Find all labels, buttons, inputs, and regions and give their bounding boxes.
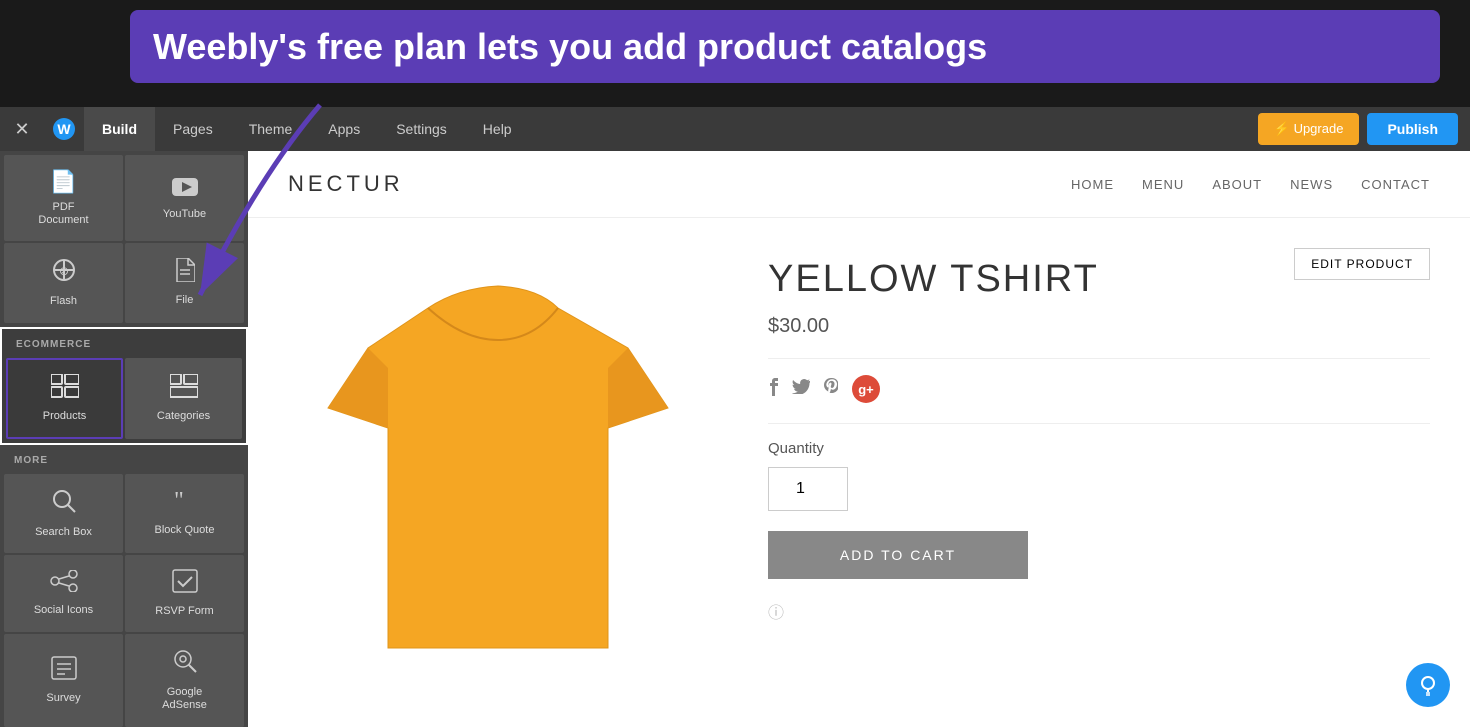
file-icon	[175, 258, 195, 288]
top-navigation: ✕ W Build Pages Theme Apps Settings Help…	[0, 107, 1470, 151]
sidebar-item-flash[interactable]: ⊘ Flash	[4, 243, 123, 322]
sidebar-item-pdf-document[interactable]: 📄 PDFDocument	[4, 155, 123, 241]
site-header: NECTUR HOME MENU ABOUT NEWS CONTACT	[248, 151, 1470, 218]
nav-contact[interactable]: CONTACT	[1361, 177, 1430, 192]
sidebar-item-file[interactable]: File	[125, 243, 244, 322]
nav-tabs: Build Pages Theme Apps Settings Help	[84, 107, 1258, 151]
survey-icon	[51, 656, 77, 686]
flash-icon: ⊘	[53, 257, 75, 289]
file-label: File	[176, 294, 194, 307]
google-adsense-label: GoogleAdSense	[162, 686, 207, 712]
tab-settings[interactable]: Settings	[378, 107, 465, 151]
svg-text:": "	[174, 490, 184, 512]
nav-right-actions: ⚡ Upgrade Publish	[1258, 113, 1470, 145]
svg-text:⊘: ⊘	[58, 264, 68, 278]
publish-button[interactable]: Publish	[1367, 113, 1458, 145]
close-button[interactable]: ✕	[0, 119, 44, 140]
sidebar: 📄 PDFDocument YouTube ⊘ Flash	[0, 151, 248, 727]
social-icons-icon	[50, 570, 78, 598]
block-quote-icon: "	[172, 490, 198, 518]
site-navigation: HOME MENU ABOUT NEWS CONTACT	[1071, 177, 1430, 192]
more-section-label: MORE	[0, 445, 248, 470]
products-label: Products	[43, 410, 86, 423]
google-plus-icon[interactable]: g+	[852, 375, 880, 403]
sidebar-item-rsvp-form[interactable]: RSVP Form	[125, 555, 244, 632]
sidebar-item-social-icons[interactable]: Social Icons	[4, 555, 123, 632]
product-price: $30.00	[768, 315, 1430, 338]
more-grid: Search Box " Block Quote	[0, 470, 248, 727]
more-section: MORE Search Box " Block Quote	[0, 445, 248, 727]
categories-label: Categories	[157, 410, 210, 423]
sidebar-item-block-quote[interactable]: " Block Quote	[125, 474, 244, 553]
sidebar-item-google-adsense[interactable]: GoogleAdSense	[125, 634, 244, 726]
pdf-icon: 📄	[50, 169, 77, 195]
quantity-input[interactable]	[768, 467, 848, 511]
edit-product-button[interactable]: EDIT PRODUCT	[1294, 248, 1430, 280]
sidebar-item-survey[interactable]: Survey	[4, 634, 123, 726]
pinterest-icon[interactable]	[824, 378, 838, 401]
nav-home[interactable]: HOME	[1071, 177, 1114, 192]
tab-help[interactable]: Help	[465, 107, 530, 151]
ecommerce-section: ECOMMERCE Products	[0, 327, 248, 445]
tab-build[interactable]: Build	[84, 107, 155, 151]
search-box-label: Search Box	[35, 526, 92, 539]
ecommerce-grid: Products Categories	[2, 354, 246, 443]
svg-text:W: W	[57, 121, 71, 137]
ecommerce-section-label: ECOMMERCE	[2, 329, 246, 354]
facebook-icon[interactable]	[768, 378, 778, 401]
sidebar-item-products[interactable]: Products	[6, 358, 123, 439]
sidebar-grid-media: 📄 PDFDocument YouTube ⊘ Flash	[0, 151, 248, 327]
tab-pages[interactable]: Pages	[155, 107, 231, 151]
social-share-icons: g+	[768, 375, 1430, 403]
product-image	[288, 248, 708, 708]
weebly-logo: W	[44, 117, 84, 141]
social-icons-label: Social Icons	[34, 604, 93, 617]
flash-label: Flash	[50, 295, 77, 308]
rsvp-form-label: RSVP Form	[155, 605, 213, 618]
info-icon: ⓘ	[768, 605, 784, 622]
tab-theme[interactable]: Theme	[231, 107, 311, 151]
product-details-column: YELLOW TSHIRT $30.00	[768, 248, 1430, 708]
annotation-banner: Weebly's free plan lets you add product …	[130, 10, 1440, 83]
google-adsense-icon	[172, 648, 198, 680]
nav-news[interactable]: NEWS	[1290, 177, 1333, 192]
site-logo: NECTUR	[288, 171, 404, 197]
lightbulb-icon	[1417, 674, 1439, 696]
tshirt-svg	[308, 268, 688, 688]
product-divider	[768, 358, 1430, 359]
tab-apps[interactable]: Apps	[310, 107, 378, 151]
sidebar-item-youtube[interactable]: YouTube	[125, 155, 244, 241]
block-quote-label: Block Quote	[155, 524, 215, 537]
chat-bubble-button[interactable]	[1406, 663, 1450, 707]
products-icon	[51, 374, 79, 404]
twitter-icon[interactable]	[792, 379, 810, 399]
youtube-label: YouTube	[163, 208, 206, 221]
youtube-icon	[172, 176, 198, 202]
product-area: EDIT PRODUCT YELLOW TSHIRT $30.00	[248, 218, 1470, 727]
pdf-label: PDFDocument	[38, 201, 88, 227]
quantity-label: Quantity	[768, 440, 1430, 457]
sidebar-item-categories[interactable]: Categories	[125, 358, 242, 439]
main-content: NECTUR HOME MENU ABOUT NEWS CONTACT EDIT…	[248, 151, 1470, 727]
categories-icon	[170, 374, 198, 404]
nav-menu[interactable]: MENU	[1142, 177, 1184, 192]
nav-about[interactable]: ABOUT	[1212, 177, 1262, 192]
upgrade-button[interactable]: ⚡ Upgrade	[1258, 113, 1360, 145]
sidebar-item-search-box[interactable]: Search Box	[4, 474, 123, 553]
add-to-cart-button[interactable]: ADD TO CART	[768, 531, 1028, 579]
rsvp-form-icon	[172, 569, 198, 599]
survey-label: Survey	[46, 692, 80, 705]
product-image-column	[288, 248, 708, 708]
search-box-icon	[51, 488, 77, 520]
product-divider-2	[768, 423, 1430, 424]
annotation-text: Weebly's free plan lets you add product …	[153, 25, 1417, 68]
